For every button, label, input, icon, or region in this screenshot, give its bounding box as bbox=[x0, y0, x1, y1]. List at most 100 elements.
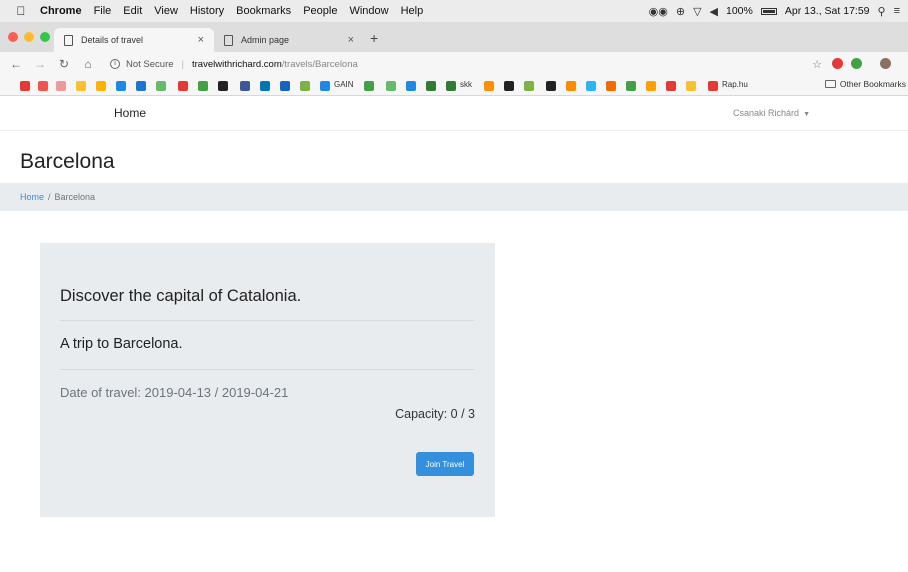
divider bbox=[60, 369, 474, 370]
page-icon bbox=[224, 34, 233, 46]
page-title: Barcelona bbox=[20, 150, 115, 173]
bookmark-icon[interactable] bbox=[626, 81, 636, 91]
menu-file[interactable]: File bbox=[94, 5, 112, 17]
battery-icon[interactable] bbox=[760, 7, 777, 15]
url-host: travelwithrichard.com bbox=[192, 58, 282, 70]
security-label[interactable]: Not Secure bbox=[126, 59, 174, 70]
bookmark-icon[interactable] bbox=[386, 81, 396, 91]
close-window-button[interactable] bbox=[8, 32, 18, 42]
bookmark-icon[interactable] bbox=[524, 81, 534, 91]
bookmark-icon[interactable] bbox=[300, 81, 310, 91]
drive-bookmark-icon[interactable] bbox=[198, 81, 208, 91]
bookmark-icon[interactable] bbox=[406, 81, 416, 91]
info-icon[interactable]: i bbox=[110, 59, 120, 69]
forward-arrow-icon[interactable]: → bbox=[32, 57, 48, 71]
close-tab-icon[interactable]: × bbox=[348, 34, 354, 46]
gmail-bookmark-icon[interactable] bbox=[38, 81, 48, 91]
travel-dates: Date of travel: 2019-04-13 / 2019-04-21 bbox=[60, 385, 289, 400]
travel-capacity: Capacity: 0 / 3 bbox=[395, 407, 475, 421]
minimize-window-button[interactable] bbox=[24, 32, 34, 42]
apple-icon[interactable]:  bbox=[10, 4, 32, 18]
nav-home-link[interactable]: Home bbox=[114, 106, 146, 120]
menu-app-name[interactable]: Chrome bbox=[40, 5, 82, 17]
volume-icon[interactable]: ◀ bbox=[710, 5, 718, 18]
color-extension-icon[interactable] bbox=[851, 58, 862, 69]
glasses-icon[interactable]: ◉◉ bbox=[649, 5, 668, 18]
github-bookmark-icon[interactable] bbox=[218, 81, 228, 91]
menu-view[interactable]: View bbox=[154, 5, 178, 17]
window-controls bbox=[8, 32, 50, 42]
adblock-extension-icon[interactable] bbox=[832, 58, 843, 69]
gmail-bookmark-icon-2[interactable] bbox=[56, 81, 66, 91]
spotlight-search-icon[interactable]: ⚲ bbox=[878, 5, 886, 18]
bookmark-icon[interactable] bbox=[364, 81, 374, 91]
join-travel-button[interactable]: Join Travel bbox=[416, 452, 474, 476]
profile-avatar-icon[interactable] bbox=[880, 58, 891, 69]
divider bbox=[60, 320, 474, 321]
macos-menu-bar:  Chrome File Edit View History Bookmark… bbox=[0, 0, 908, 22]
breadcrumb-divider: / bbox=[48, 192, 51, 202]
other-bookmarks[interactable]: Other Bookmarks bbox=[824, 79, 906, 89]
bookmark-icon[interactable] bbox=[566, 81, 576, 91]
menu-people[interactable]: People bbox=[303, 5, 337, 17]
menu-bookmarks[interactable]: Bookmarks bbox=[236, 5, 291, 17]
bookmark-icon[interactable] bbox=[686, 81, 696, 91]
bookmark-icon[interactable] bbox=[76, 81, 86, 91]
home-icon[interactable]: ⌂ bbox=[80, 57, 96, 71]
back-arrow-icon[interactable]: ← bbox=[8, 57, 24, 71]
breadcrumb-home-link[interactable]: Home bbox=[20, 192, 44, 202]
bookmark-star-icon[interactable]: ☆ bbox=[812, 58, 822, 71]
url-path: /travels/Barcelona bbox=[281, 58, 358, 70]
notification-center-icon[interactable]: ≡ bbox=[894, 5, 900, 17]
bookmark-icon[interactable] bbox=[546, 81, 556, 91]
tab-title: Admin page bbox=[241, 35, 290, 45]
wifi-icon[interactable]: ▽ bbox=[693, 5, 701, 18]
caret-down-icon: ▼ bbox=[803, 111, 810, 118]
address-divider: | bbox=[181, 58, 184, 70]
gain-bookmark-label[interactable]: GAIN bbox=[334, 80, 354, 89]
rap-bookmark-label[interactable]: Rap.hu bbox=[722, 80, 748, 89]
bookmark-icon[interactable] bbox=[606, 81, 616, 91]
other-bookmarks-label: Other Bookmarks bbox=[839, 79, 906, 89]
bold-b-bookmark-icon[interactable] bbox=[504, 81, 514, 91]
close-tab-icon[interactable]: × bbox=[198, 34, 204, 46]
facebook-bookmark-icon[interactable] bbox=[240, 81, 250, 91]
bookmark-icon[interactable] bbox=[484, 81, 494, 91]
bookmark-icon[interactable] bbox=[178, 81, 188, 91]
maximize-window-button[interactable] bbox=[40, 32, 50, 42]
tab-details-of-travel[interactable]: Details of travel × bbox=[54, 28, 214, 52]
star-bookmark-icon[interactable] bbox=[156, 81, 166, 91]
breadcrumb: Home / Barcelona bbox=[0, 183, 908, 211]
gain-bookmark-icon[interactable] bbox=[320, 81, 330, 91]
reload-icon[interactable]: ↻ bbox=[56, 57, 72, 71]
address-bar[interactable]: i Not Secure | travelwithrichard.com /tr… bbox=[110, 59, 358, 70]
menu-history[interactable]: History bbox=[190, 5, 224, 17]
menu-status-area: ◉◉ ⊕ ▽ ◀ 100% Apr 13., Sat 17:59 ⚲ ≡ bbox=[649, 0, 900, 22]
bookmark-icon[interactable] bbox=[116, 81, 126, 91]
menu-edit[interactable]: Edit bbox=[123, 5, 142, 17]
skk-bookmark-icon[interactable] bbox=[446, 81, 456, 91]
menu-window[interactable]: Window bbox=[349, 5, 388, 17]
bookmark-icon[interactable] bbox=[586, 81, 596, 91]
linkedin-bookmark-icon[interactable] bbox=[260, 81, 270, 91]
cloud-bookmark-icon[interactable] bbox=[280, 81, 290, 91]
browser-toolbar: ← → ↻ ⌂ i Not Secure | travelwithrichard… bbox=[0, 52, 908, 76]
bookmark-icon[interactable] bbox=[426, 81, 436, 91]
rap-bookmark-icon[interactable] bbox=[708, 81, 718, 91]
bookmark-icon[interactable] bbox=[666, 81, 676, 91]
network-icon[interactable]: ⊕ bbox=[676, 5, 685, 18]
tab-admin-page[interactable]: Admin page × bbox=[214, 28, 364, 52]
travel-subtitle: A trip to Barcelona. bbox=[60, 336, 183, 352]
clock[interactable]: Apr 13., Sat 17:59 bbox=[785, 5, 870, 17]
bookmark-icon[interactable] bbox=[136, 81, 146, 91]
site-navbar: Home Csanaki Richárd ▼ bbox=[0, 97, 908, 131]
bookmark-icon[interactable] bbox=[96, 81, 106, 91]
menu-help[interactable]: Help bbox=[401, 5, 424, 17]
user-dropdown[interactable]: Csanaki Richárd ▼ bbox=[733, 108, 810, 118]
new-tab-button[interactable]: + bbox=[370, 30, 378, 46]
youtube-bookmark-icon[interactable] bbox=[20, 81, 30, 91]
bookmark-icon[interactable] bbox=[646, 81, 656, 91]
breadcrumb-current: Barcelona bbox=[54, 192, 96, 202]
user-name: Csanaki Richárd bbox=[733, 108, 800, 118]
skk-bookmark-label[interactable]: skk bbox=[460, 80, 472, 89]
